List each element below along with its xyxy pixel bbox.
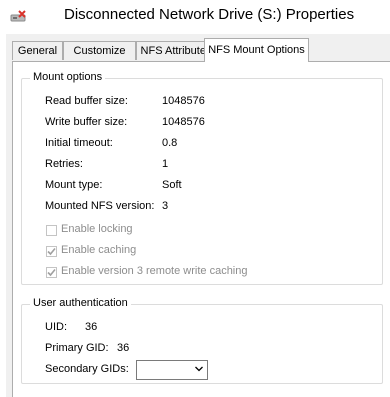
mount-options-group: Mount options Read buffer size: 1048576 … [21,71,383,285]
retries-label: Retries: [45,158,83,170]
initial-timeout-label: Initial timeout: [45,137,113,149]
primary-gid-value: 36 [117,342,130,354]
user-auth-legend: User authentication [30,297,131,309]
enable-caching-checkbox[interactable] [46,246,57,257]
title-bar: Disconnected Network Drive (S:) Properti… [0,0,390,34]
secondary-gids-select[interactable] [136,360,208,380]
mount-type-label: Mount type: [45,179,103,191]
enable-v3-write-caching-checkbox[interactable] [46,267,57,278]
enable-caching-label: Enable caching [61,244,137,256]
write-buffer-label: Write buffer size: [45,116,128,128]
enable-locking-label: Enable locking [61,223,133,235]
tab-customize[interactable]: Customize [63,41,136,60]
mount-type-value: Soft [162,179,182,191]
window-title: Disconnected Network Drive (S:) Properti… [64,6,355,23]
disconnected-drive-icon [10,10,28,24]
read-buffer-value: 1048576 [162,95,205,107]
tab-nfs-mount-options[interactable]: NFS Mount Options [204,38,309,62]
write-buffer-value: 1048576 [162,116,205,128]
user-auth-group: User authentication UID: 36 Primary GID:… [21,297,383,384]
read-buffer-label: Read buffer size: [45,95,128,107]
enable-v3-write-caching-label: Enable version 3 remote write caching [61,265,248,277]
nfs-version-label: Mounted NFS version: [45,200,155,212]
mount-options-legend: Mount options [30,71,106,83]
checkmark-icon [47,247,56,256]
enable-locking-checkbox[interactable] [46,225,57,236]
nfs-version-value: 3 [162,200,169,212]
tab-panel: Mount options Read buffer size: 1048576 … [12,61,390,397]
retries-value: 1 [162,158,169,170]
uid-value: 36 [85,321,98,333]
chevron-down-icon [195,366,203,372]
primary-gid-label: Primary GID: [45,342,109,354]
uid-label: UID: [45,321,67,333]
initial-timeout-value: 0.8 [162,137,178,149]
tab-general[interactable]: General [12,41,63,60]
checkmark-icon [47,268,56,277]
secondary-gids-label: Secondary GIDs: [45,363,129,375]
